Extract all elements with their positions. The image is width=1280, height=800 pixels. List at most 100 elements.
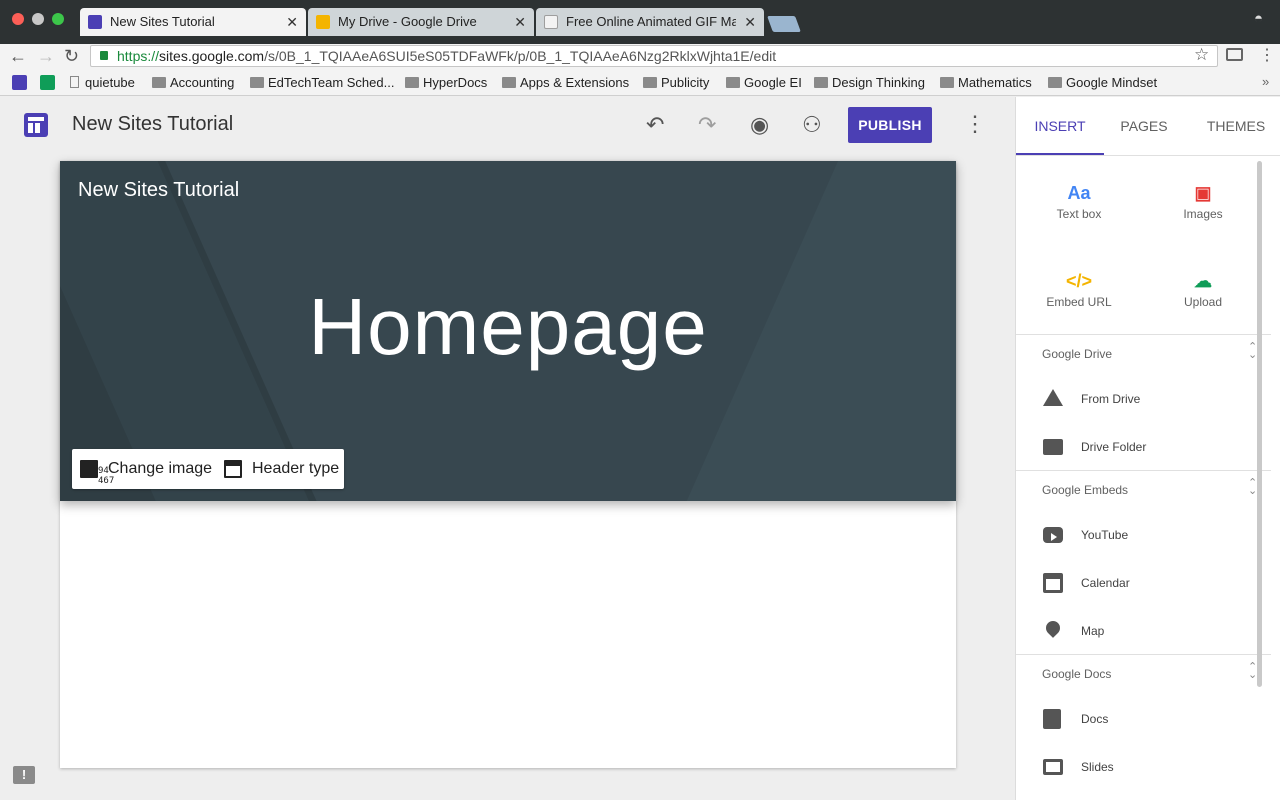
text-box-icon: Aa <box>1067 183 1091 203</box>
docs-icon <box>1043 709 1061 729</box>
insert-side-panel: INSERT PAGES THEMES Aa Text box ▣ Images… <box>1015 97 1280 800</box>
folder-icon <box>940 77 954 88</box>
cursor-coordinate-readout: 94 467 <box>98 466 115 486</box>
folder-icon <box>250 77 264 88</box>
browser-tab-new-sites-tutorial[interactable]: New Sites Tutorial ✕ <box>80 8 306 36</box>
folder-icon <box>152 77 166 88</box>
youtube-icon <box>1043 527 1063 543</box>
page-favicon-icon <box>544 15 558 29</box>
sites-favicon-icon <box>88 15 102 29</box>
folder-icon <box>1048 77 1062 88</box>
browser-titlebar: New Sites Tutorial ✕ My Drive - Google D… <box>0 0 1280 44</box>
map-pin-icon <box>1043 618 1063 638</box>
close-tab-icon[interactable]: ✕ <box>514 8 526 36</box>
collapse-icon[interactable]: ⌃ ⌄ <box>1248 662 1257 681</box>
bookmark-apps-extensions[interactable]: Apps & Extensions <box>502 75 629 91</box>
image-icon <box>80 460 98 478</box>
tab-pages[interactable]: PAGES <box>1104 97 1184 155</box>
banner-site-title: New Sites Tutorial <box>78 179 240 201</box>
folder-icon <box>502 77 516 88</box>
slides-icon <box>1043 759 1063 775</box>
address-bar[interactable]: https://sites.google.com/s/0B_1_TQIAAeA6… <box>90 45 1218 67</box>
star-icon[interactable]: ☆ <box>1194 45 1209 65</box>
google-sites-logo-icon[interactable] <box>24 113 48 137</box>
page-header-banner[interactable]: New Sites Tutorial Homepage Change image… <box>60 161 956 501</box>
minimize-window-button[interactable] <box>32 13 44 25</box>
bookmark-hyperdocs[interactable]: HyperDocs <box>405 75 487 91</box>
embed-icon: </> <box>1065 271 1093 291</box>
bookmark-google-mindset[interactable]: Google Mindset <box>1048 75 1157 91</box>
section-google-drive[interactable]: Google Drive ⌃ ⌄ <box>1016 334 1271 374</box>
browser-tab-gif-maker[interactable]: Free Online Animated GIF Mak ✕ <box>536 8 764 36</box>
bookmark-sheets-icon[interactable] <box>40 75 55 90</box>
drive-folder-icon <box>1043 439 1063 455</box>
bookmark-accounting[interactable]: Accounting <box>152 75 234 91</box>
incognito-icon: ◓ <box>1254 10 1264 27</box>
tab-themes[interactable]: THEMES <box>1192 97 1280 155</box>
publish-button[interactable]: PUBLISH <box>848 107 932 143</box>
lock-icon <box>100 51 108 60</box>
insert-docs[interactable]: Docs <box>1016 695 1271 743</box>
section-google-docs[interactable]: Google Docs ⌃ ⌄ <box>1016 654 1271 694</box>
bookmark-edtechteam[interactable]: EdTechTeam Sched... <box>250 75 394 91</box>
bookmark-app-icon[interactable] <box>12 75 27 90</box>
section-google-embeds[interactable]: Google Embeds ⌃ ⌄ <box>1016 470 1271 510</box>
more-icon[interactable]: ⋮ <box>964 111 986 137</box>
close-tab-icon[interactable]: ✕ <box>744 8 756 36</box>
feedback-icon[interactable]: ! <box>13 766 35 784</box>
banner-toolbar: Change image Header type 94 467 <box>72 449 344 489</box>
bookmark-mathematics[interactable]: Mathematics <box>940 75 1032 91</box>
bookmark-google-ei[interactable]: Google EI <box>726 75 802 91</box>
bookmarks-overflow-icon[interactable]: » <box>1262 74 1269 89</box>
arrow-left-icon[interactable]: ← <box>9 45 27 67</box>
menu-icon[interactable]: ⋮ <box>1259 45 1275 65</box>
browser-tab-my-drive[interactable]: My Drive - Google Drive ✕ <box>308 8 534 36</box>
browser-toolbar: ← → ↻ https://sites.google.com/s/0B_1_TQ… <box>0 44 1280 70</box>
image-icon: ▣ <box>1194 183 1212 203</box>
cast-icon[interactable] <box>1226 48 1243 61</box>
insert-slides[interactable]: Slides <box>1016 743 1271 791</box>
page-heading[interactable]: Homepage <box>60 281 956 373</box>
insert-drive-folder[interactable]: Drive Folder <box>1016 423 1271 471</box>
reload-icon[interactable]: ↻ <box>64 45 79 67</box>
bookmark-publicity[interactable]: Publicity <box>643 75 709 91</box>
close-window-button[interactable] <box>12 13 24 25</box>
collapse-icon[interactable]: ⌃ ⌄ <box>1248 478 1257 497</box>
insert-from-drive[interactable]: From Drive <box>1016 375 1271 423</box>
panel-scrollbar[interactable] <box>1257 161 1262 687</box>
header-type-button[interactable]: Header type <box>216 449 339 489</box>
insert-images[interactable]: ▣ Images <box>1148 179 1258 239</box>
arrow-right-icon[interactable]: → <box>37 45 55 67</box>
drive-icon <box>1043 389 1063 406</box>
tab-insert[interactable]: INSERT <box>1016 97 1104 155</box>
bookmark-design-thinking[interactable]: Design Thinking <box>814 75 925 91</box>
share-icon[interactable]: ⚇ <box>802 111 822 139</box>
undo-icon[interactable]: ↶ <box>646 111 664 139</box>
redo-icon[interactable]: ↷ <box>698 111 716 139</box>
insert-calendar[interactable]: Calendar <box>1016 559 1271 607</box>
editor-header: New Sites Tutorial ↶ ↷ ◉ ⚇ PUBLISH ⋮ <box>0 97 1015 153</box>
page-icon <box>70 76 79 88</box>
upload-icon: ☁ <box>1194 271 1212 291</box>
preview-icon[interactable]: ◉ <box>750 111 769 139</box>
new-tab-button[interactable] <box>767 16 801 32</box>
site-title[interactable]: New Sites Tutorial <box>72 113 233 136</box>
insert-embed-url[interactable]: </> Embed URL <box>1024 267 1134 327</box>
change-image-button[interactable]: Change image <box>72 449 212 489</box>
folder-icon <box>405 77 419 88</box>
insert-map[interactable]: Map <box>1016 607 1271 655</box>
collapse-icon[interactable]: ⌃ ⌄ <box>1248 342 1257 361</box>
insert-upload[interactable]: ☁ Upload <box>1148 267 1258 327</box>
close-tab-icon[interactable]: ✕ <box>286 8 298 36</box>
folder-icon <box>643 77 657 88</box>
bookmarks-bar: quietube Accounting EdTechTeam Sched... … <box>0 70 1280 96</box>
calendar-icon <box>1043 573 1063 593</box>
folder-icon <box>726 77 740 88</box>
insert-text-box[interactable]: Aa Text box <box>1024 179 1134 239</box>
drive-favicon-icon <box>316 15 330 29</box>
bookmark-quietube[interactable]: quietube <box>70 75 135 91</box>
zoom-window-button[interactable] <box>52 13 64 25</box>
tab-divider <box>1016 155 1280 156</box>
folder-icon <box>814 77 828 88</box>
insert-youtube[interactable]: YouTube <box>1016 511 1271 559</box>
